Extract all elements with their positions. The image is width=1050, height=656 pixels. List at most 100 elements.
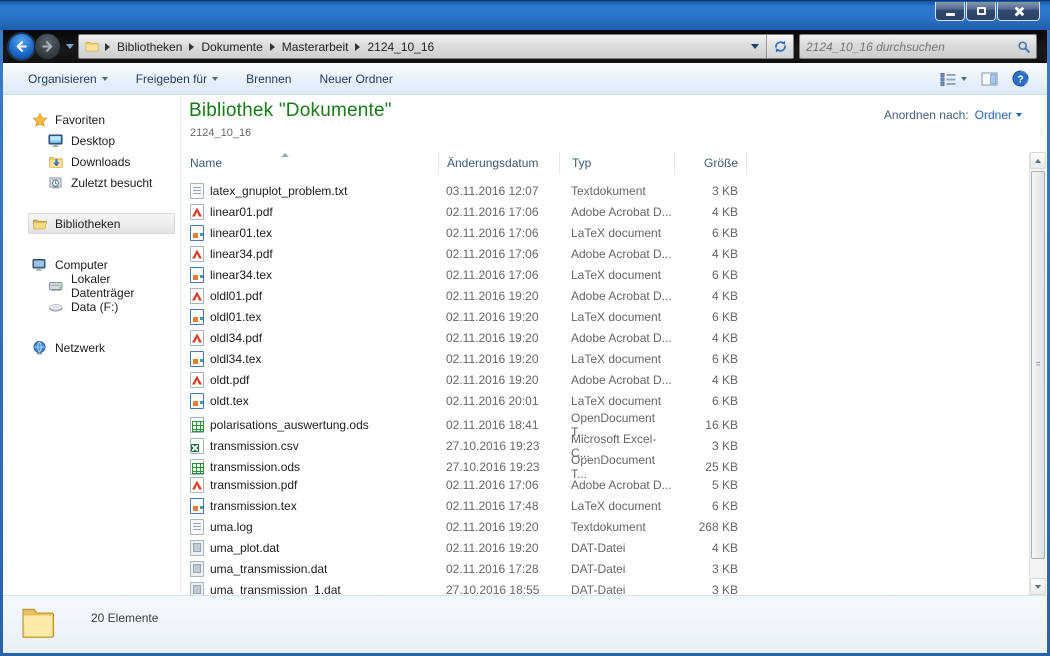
navigation-pane: Favoriten Desktop Downloads Zuletzt besucht…: [4, 95, 181, 595]
file-name-text: linear01.pdf: [210, 205, 273, 219]
file-date: 02.11.2016 17:06: [438, 205, 559, 219]
file-row[interactable]: oldl34.pdf02.11.2016 19:20Adobe Acrobat …: [181, 327, 1029, 348]
ods-file-icon: [190, 459, 204, 475]
file-row[interactable]: transmission.tex02.11.2016 17:48LaTeX do…: [181, 495, 1029, 516]
file-date: 02.11.2016 20:01: [438, 394, 559, 408]
help-button[interactable]: ?: [1012, 70, 1029, 87]
sidebar-item-favoriten[interactable]: Favoriten: [28, 109, 175, 130]
library-subtitle: 2124_10_16: [190, 127, 251, 139]
maximize-button[interactable]: [966, 2, 996, 21]
address-dropdown-button[interactable]: [744, 35, 766, 58]
pdf-file-icon: [190, 330, 204, 346]
title-bar[interactable]: [0, 0, 1050, 30]
back-button[interactable]: [8, 33, 35, 60]
breadcrumb-segment-2124-10-16[interactable]: 2124_10_16: [363, 40, 438, 54]
sidebar-item-zuletzt-besucht[interactable]: Zuletzt besucht: [44, 172, 175, 193]
network-icon: [32, 340, 49, 356]
refresh-button[interactable]: [766, 35, 793, 58]
file-row[interactable]: uma.log02.11.2016 19:20Textdokument268 K…: [181, 516, 1029, 537]
file-row[interactable]: uma_plot.dat02.11.2016 19:20DAT-Datei4 K…: [181, 537, 1029, 558]
toolbar-button-freigeben-f-r[interactable]: Freigeben für: [125, 67, 229, 91]
file-size: 3 KB: [674, 439, 746, 453]
search-icon[interactable]: [1012, 40, 1036, 54]
scroll-up-button[interactable]: [1030, 152, 1046, 169]
toolbar-button-organisieren[interactable]: Organisieren: [17, 67, 119, 91]
column-header-size[interactable]: Größe: [674, 152, 746, 174]
preview-pane-button[interactable]: [981, 72, 998, 86]
file-row[interactable]: linear01.pdf02.11.2016 17:06Adobe Acroba…: [181, 201, 1029, 222]
scrollbar-thumb[interactable]: [1031, 171, 1045, 559]
file-size: 6 KB: [674, 268, 746, 282]
column-header-date[interactable]: Änderungsdatum: [438, 152, 559, 174]
folder-icon: [84, 39, 100, 54]
search-input[interactable]: [800, 40, 1012, 54]
recent-pages-dropdown-icon[interactable]: [66, 44, 74, 49]
sidebar-item-bibliotheken[interactable]: Bibliotheken: [28, 213, 175, 234]
file-row[interactable]: transmission.csv27.10.2016 19:23Microsof…: [181, 432, 1029, 453]
breadcrumb: Bibliotheken Dokumente Masterarbeit 2124_10…: [79, 35, 744, 58]
breadcrumb-segment-dokumente[interactable]: Dokumente: [197, 40, 266, 54]
breadcrumb-separator-icon[interactable]: [105, 43, 110, 51]
file-type: LaTeX document: [559, 352, 674, 366]
file-row[interactable]: latex_gnuplot_problem.txt03.11.2016 12:0…: [181, 180, 1029, 201]
pdf-file-icon: [190, 246, 204, 262]
file-row[interactable]: oldt.pdf02.11.2016 19:20Adobe Acrobat D.…: [181, 369, 1029, 390]
library-title: Bibliothek "Dokumente": [189, 100, 392, 122]
minimize-button[interactable]: [935, 2, 965, 21]
sidebar-item-label: Downloads: [71, 155, 130, 169]
column-header-name[interactable]: Name: [181, 152, 438, 174]
sidebar-item-label: Bibliotheken: [55, 217, 120, 231]
toolbar-button-neuer-ordner[interactable]: Neuer Ordner: [308, 67, 403, 91]
file-size: 6 KB: [674, 226, 746, 240]
chevron-down-icon: [1016, 113, 1022, 117]
close-icon: [1013, 6, 1024, 17]
sidebar-item-lokaler-datentr-ger[interactable]: Lokaler Datenträger: [44, 275, 175, 296]
tex-file-icon: [190, 393, 204, 409]
file-name: oldt.tex: [181, 393, 438, 409]
file-name: uma.log: [181, 519, 438, 535]
breadcrumb-separator-icon[interactable]: [270, 43, 275, 51]
file-row[interactable]: linear34.pdf02.11.2016 17:06Adobe Acroba…: [181, 243, 1029, 264]
file-list-pane: Bibliothek "Dokumente" 2124_10_16 Anordn…: [181, 95, 1046, 595]
sidebar-item-netzwerk[interactable]: Netzwerk: [28, 337, 175, 358]
arrange-by-value[interactable]: Ordner: [975, 108, 1022, 122]
column-header-type[interactable]: Typ: [559, 152, 674, 174]
file-type: LaTeX document: [559, 268, 674, 282]
scroll-down-icon: [1035, 585, 1041, 589]
vertical-scrollbar[interactable]: [1029, 152, 1046, 595]
scroll-down-button[interactable]: [1030, 578, 1046, 595]
sidebar-item-downloads[interactable]: Downloads: [44, 151, 175, 172]
toolbar-button-brennen[interactable]: Brennen: [235, 67, 302, 91]
address-bar[interactable]: Bibliotheken Dokumente Masterarbeit 2124_10…: [78, 34, 794, 59]
breadcrumb-segment-masterarbeit[interactable]: Masterarbeit: [278, 40, 353, 54]
file-row[interactable]: oldl34.tex02.11.2016 19:20LaTeX document…: [181, 348, 1029, 369]
pdf-file-icon: [190, 204, 204, 220]
file-row[interactable]: transmission.ods27.10.2016 19:23OpenDocu…: [181, 453, 1029, 474]
forward-button[interactable]: [34, 33, 61, 60]
file-row[interactable]: uma_transmission_1.dat27.10.2016 18:55DA…: [181, 579, 1029, 595]
file-date: 27.10.2016 19:23: [438, 439, 559, 453]
file-row[interactable]: polarisations_auswertung.ods02.11.2016 1…: [181, 411, 1029, 432]
file-row[interactable]: uma_transmission.dat02.11.2016 17:28DAT-…: [181, 558, 1029, 579]
pdf-file-icon: [190, 288, 204, 304]
file-row[interactable]: oldl01.pdf02.11.2016 19:20Adobe Acrobat …: [181, 285, 1029, 306]
toolbar-button-label: Freigeben für: [136, 72, 207, 86]
file-date: 02.11.2016 17:06: [438, 226, 559, 240]
breadcrumb-segment-bibliotheken[interactable]: Bibliotheken: [113, 40, 186, 54]
file-row[interactable]: oldl01.tex02.11.2016 19:20LaTeX document…: [181, 306, 1029, 327]
desktop-icon: [48, 133, 65, 149]
breadcrumb-separator-icon[interactable]: [355, 43, 360, 51]
change-view-button[interactable]: [940, 72, 967, 86]
sort-ascending-icon: [281, 153, 289, 157]
file-name: latex_gnuplot_problem.txt: [181, 183, 438, 199]
sidebar-item-label: Desktop: [71, 134, 115, 148]
file-row[interactable]: transmission.pdf02.11.2016 17:06Adobe Ac…: [181, 474, 1029, 495]
file-row[interactable]: oldt.tex02.11.2016 20:01LaTeX document6 …: [181, 390, 1029, 411]
close-button[interactable]: [997, 2, 1040, 21]
file-name-text: transmission.csv: [210, 439, 299, 453]
file-row[interactable]: linear34.tex02.11.2016 17:06LaTeX docume…: [181, 264, 1029, 285]
file-row[interactable]: linear01.tex02.11.2016 17:06LaTeX docume…: [181, 222, 1029, 243]
file-date: 02.11.2016 17:06: [438, 268, 559, 282]
sidebar-item-desktop[interactable]: Desktop: [44, 130, 175, 151]
breadcrumb-separator-icon[interactable]: [189, 43, 194, 51]
